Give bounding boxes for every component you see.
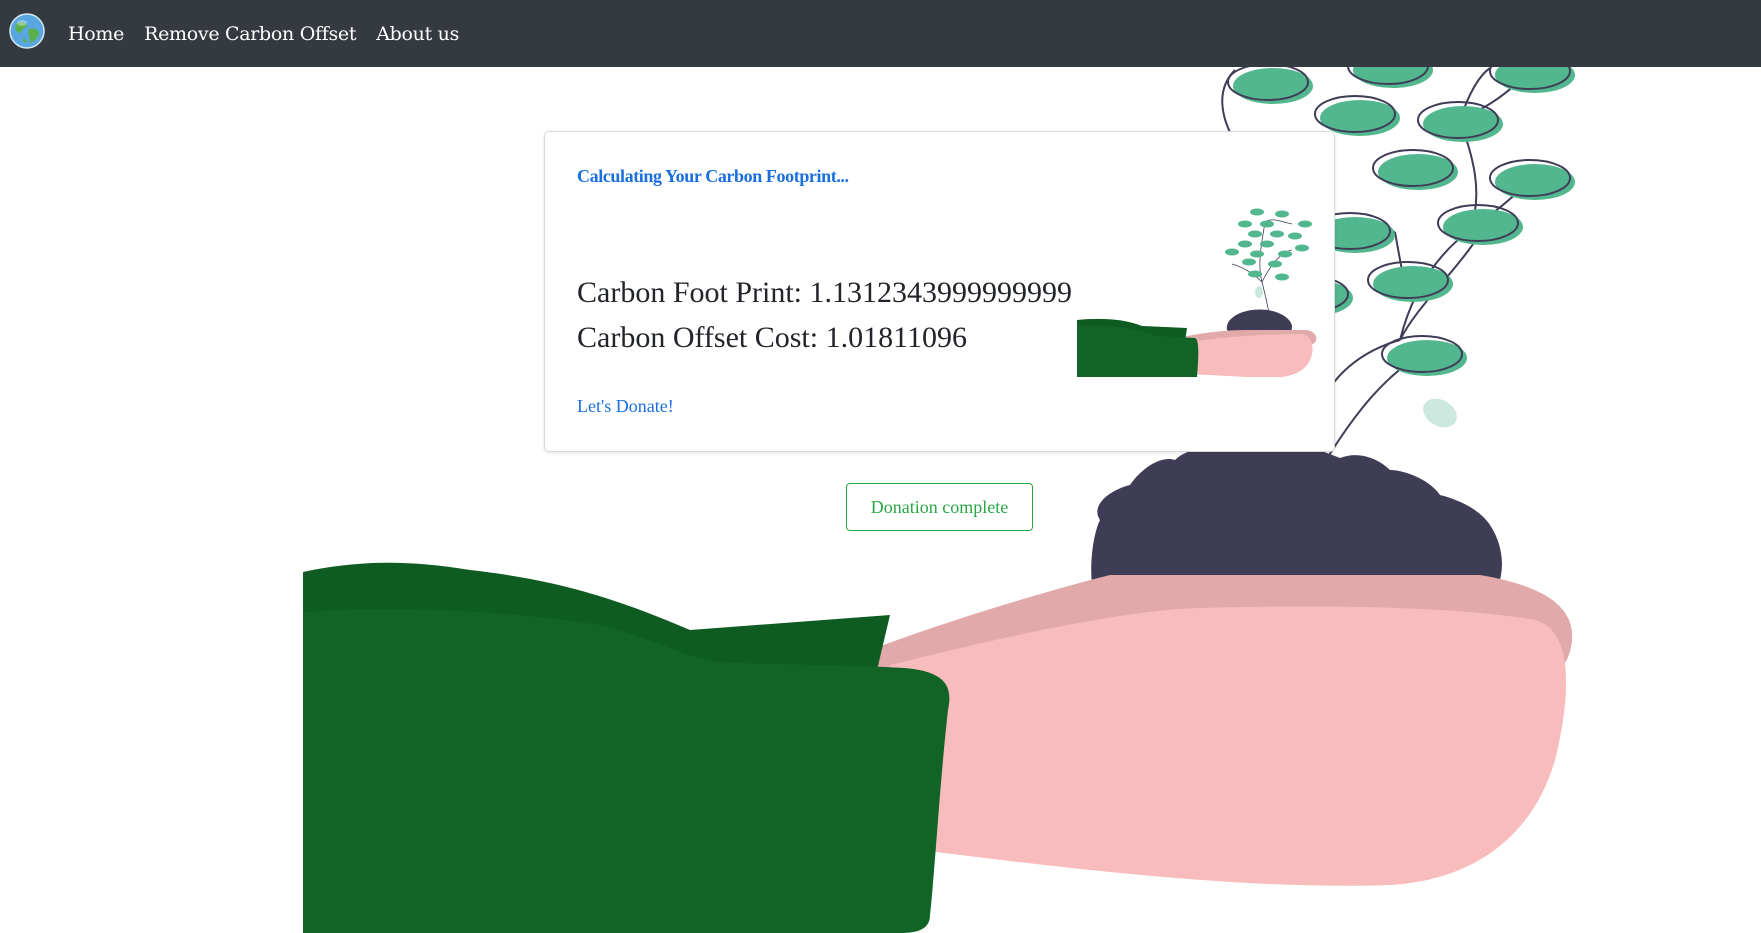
nav-link-about-us[interactable]: About us <box>376 23 459 45</box>
nav-link-home[interactable]: Home <box>68 23 124 45</box>
carbon-footprint-card: Calculating Your Carbon Footprint... Car… <box>544 131 1335 452</box>
carbon-offset-cost-value: Carbon Offset Cost: 1.01811096 <box>577 321 967 354</box>
hand <box>890 606 1567 886</box>
card-title: Calculating Your Carbon Footprint... <box>577 166 849 186</box>
top-navbar: Home Remove Carbon Offset About us <box>0 0 1761 67</box>
earth-globe-icon[interactable] <box>9 13 45 49</box>
nav-links: Home Remove Carbon Offset About us <box>68 0 479 67</box>
nav-link-remove-carbon-offset[interactable]: Remove Carbon Offset <box>144 23 356 45</box>
donate-link[interactable]: Let's Donate! <box>577 396 674 417</box>
donation-complete-button[interactable]: Donation complete <box>846 483 1033 531</box>
carbon-footprint-value: Carbon Foot Print: 1.1312343999999999 <box>577 276 1073 309</box>
hand-holding-plant-illustration <box>1077 208 1317 377</box>
